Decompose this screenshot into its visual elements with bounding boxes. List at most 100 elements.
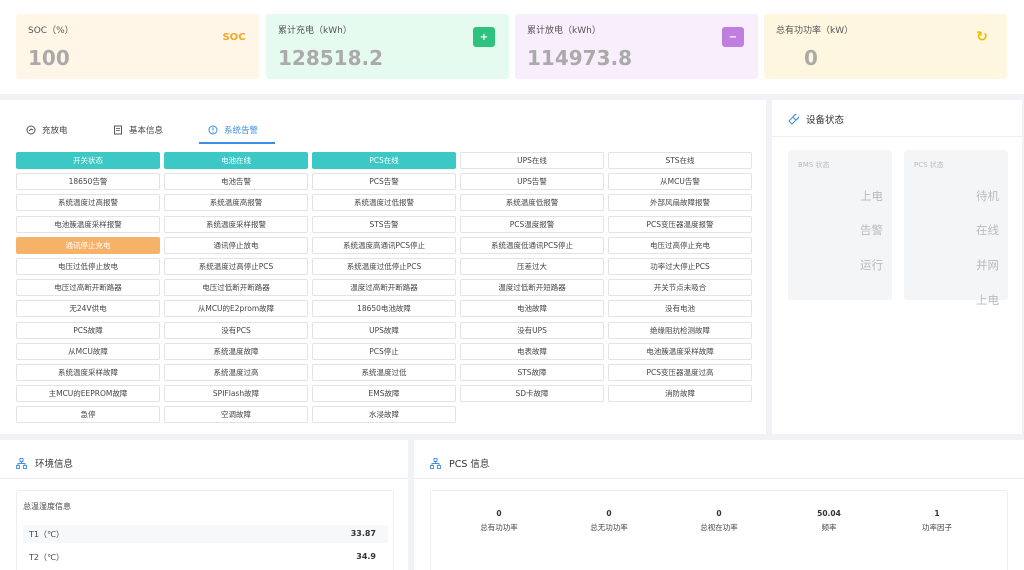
alarm-status-cell: 通讯停止充电 (16, 236, 160, 254)
tab-label: 基本信息 (129, 126, 164, 136)
alarm-status-cell: PCS故障 (16, 321, 160, 339)
alarm-status-cell: 没有UPS (460, 321, 604, 339)
env-row-value: 34.9 (356, 552, 376, 561)
alarm-status-cell: PCS在线 (312, 152, 456, 169)
bms-status-item: 运行 (860, 258, 883, 272)
alarm-status-cell: 无24V供电 (16, 300, 160, 318)
tab-system-alarm[interactable]: 系统告警 (208, 122, 258, 138)
pcs-status-item: 并网 (976, 258, 999, 272)
pcs-metric: 1 功率因子 (887, 509, 987, 533)
active-tab-indicator (199, 142, 275, 144)
pcs-info-panel: PCS 信息 0 总有功功率 0 总无功功率 0 总视在功率 50.04 频率 1 功率因子 (414, 440, 1024, 570)
pcs-metric-label: 总视在功率 (700, 523, 738, 532)
total-discharge-card: 累计放电（kWh） 114973.8 − (515, 14, 758, 79)
alarm-status-cell: PCS告警 (312, 173, 456, 191)
alarm-status-cell: 急停 (16, 406, 160, 424)
device-status-title: 设备状态 (806, 115, 845, 126)
pcs-metric-value: 1 (934, 509, 940, 518)
alarm-status-cell: 温度过低断开短路器 (460, 279, 604, 297)
alarm-status-cell: 压差过大 (460, 258, 604, 275)
alarm-status-cell: 消防故障 (608, 385, 752, 403)
divider (414, 478, 1024, 479)
alarm-status-cell: UPS告警 (460, 173, 604, 191)
environment-title: 环境信息 (35, 459, 74, 470)
alarm-status-cell: PCS停止 (312, 342, 456, 360)
temp-humidity-title: 总温湿度信息 (23, 502, 71, 511)
env-row-label: T1（℃） (29, 530, 64, 539)
alarm-status-cell: 系统温度高通讯PCS停止 (312, 236, 456, 254)
pcs-status-item: 待机 (976, 189, 999, 203)
device-status-header: 设备状态 (788, 112, 844, 126)
tab-label: 充放电 (42, 126, 68, 136)
alarm-status-cell: 电压过低停止放电 (16, 258, 160, 275)
alarm-status-cell: STS故障 (460, 364, 604, 381)
pcs-metric: 0 总无功功率 (559, 509, 659, 533)
alarm-panel: 充放电 基本信息 系统告警 开关状态 电池在线 PCS在线 UPS在线 STS在线 186… (0, 100, 766, 434)
pcs-metric-label: 总无功功率 (590, 523, 628, 532)
alarm-status-cell: 温度过高断开断路器 (312, 279, 456, 297)
alarm-status-cell: 18650告警 (16, 173, 160, 191)
bms-status-item: 告警 (860, 223, 883, 237)
alarm-status-cell: STS在线 (608, 152, 752, 169)
alarm-status-cell: 功率过大停止PCS (608, 258, 752, 275)
pcs-metric-label: 频率 (821, 523, 837, 532)
wrench-icon (788, 113, 800, 125)
soc-value: 100 (28, 46, 70, 70)
pcs-metric-value: 0 (606, 509, 612, 518)
alarm-status-cell: 系统温度高报警 (164, 194, 308, 212)
pcs-metrics-box: 0 总有功功率 0 总无功功率 0 总视在功率 50.04 频率 1 功率因子 (430, 490, 1008, 570)
alarm-status-cell: 从MCU的E2prom故障 (164, 300, 308, 318)
tab-label: 系统告警 (224, 126, 259, 136)
divider (772, 136, 1022, 137)
alarm-status-cell: 电压过高停止充电 (608, 236, 752, 254)
env-row-label: T2（℃） (29, 553, 64, 562)
alarm-status-cell: 系统温度过高报警 (16, 194, 160, 212)
temp-humidity-box: 总温湿度信息 T1（℃） 33.87 T2（℃） 34.9 (16, 490, 394, 570)
alarm-status-cell: 主MCU的EEPROM故障 (16, 385, 160, 403)
alarm-status-cell: UPS在线 (460, 152, 604, 169)
alarm-status-cell: PCS变压器温度过高 (608, 364, 752, 381)
pcs-status-item: 在线 (976, 223, 999, 237)
alarm-status-cell: 系统温度过高停止PCS (164, 258, 308, 275)
total-discharge-value: 114973.8 (527, 46, 633, 70)
alarm-status-cell: 空调故障 (164, 406, 308, 424)
alarm-status-cell: 系统温度过低停止PCS (312, 258, 456, 275)
pcs-status-box: PCS 状态 待机 在线 并网 上电 (904, 150, 1008, 307)
network-icon (430, 457, 441, 469)
alarm-status-cell: SD卡故障 (460, 385, 604, 403)
alarm-status-cell: EMS故障 (312, 385, 456, 403)
alarm-status-cell: 电池在线 (164, 152, 308, 169)
divider (0, 478, 408, 479)
env-row: T1（℃） 33.87 (23, 525, 388, 543)
alarm-status-cell: PCS变压器温度报警 (608, 215, 752, 233)
alarm-status-cell: 外部风扇故障报警 (608, 194, 752, 212)
summary-panel: SOC（%） 100 SOC 累计充电（kWh） 128518.2 + 累计放电… (0, 0, 1024, 94)
alarm-status-cell: 从MCU故障 (16, 342, 160, 360)
alarm-status-cell: 系统温度采样报警 (164, 215, 308, 233)
gauge-icon (26, 125, 36, 135)
alarm-status-cell: 电池簇温度采样报警 (16, 215, 160, 233)
total-charge-label: 累计充电（kWh） (278, 26, 352, 36)
alarm-status-cell: PCS温度报警 (460, 215, 604, 233)
tab-charge-discharge[interactable]: 充放电 (26, 122, 68, 138)
alarm-status-cell: 系统温度过低 (312, 364, 456, 381)
dashboard: SOC（%） 100 SOC 累计充电（kWh） 128518.2 + 累计放电… (0, 0, 1024, 570)
environment-panel: 环境信息 总温湿度信息 T1（℃） 33.87 T2（℃） 34.9 (0, 440, 408, 570)
pcs-metric: 0 总有功功率 (449, 509, 549, 533)
alert-circle-icon (208, 125, 218, 135)
alarm-status-cell: 系统温度过低报警 (312, 194, 456, 212)
alarm-status-cell: STS告警 (312, 215, 456, 233)
battery-discharge-icon: − (722, 27, 744, 47)
document-icon (114, 125, 122, 135)
environment-header: 环境信息 (16, 456, 73, 470)
alarm-status-cell: 从MCU告警 (608, 173, 752, 191)
alarm-status-cell: 系统温度低通讯PCS停止 (460, 236, 604, 254)
tab-basic-info[interactable]: 基本信息 (113, 122, 163, 138)
total-discharge-label: 累计放电（kWh） (527, 26, 601, 36)
pcs-metric-value: 0 (716, 509, 722, 518)
alarm-status-cell: SPIFlash故障 (164, 385, 308, 403)
alarm-status-cell: 系统温度低报警 (460, 194, 604, 212)
total-charge-card: 累计充电（kWh） 128518.2 + (266, 14, 509, 79)
refresh-icon: ↻ (971, 27, 993, 47)
device-status-panel: 设备状态 BMS 状态 上电 告警 运行 PCS 状态 待机 在线 并网 上电 (772, 100, 1022, 434)
